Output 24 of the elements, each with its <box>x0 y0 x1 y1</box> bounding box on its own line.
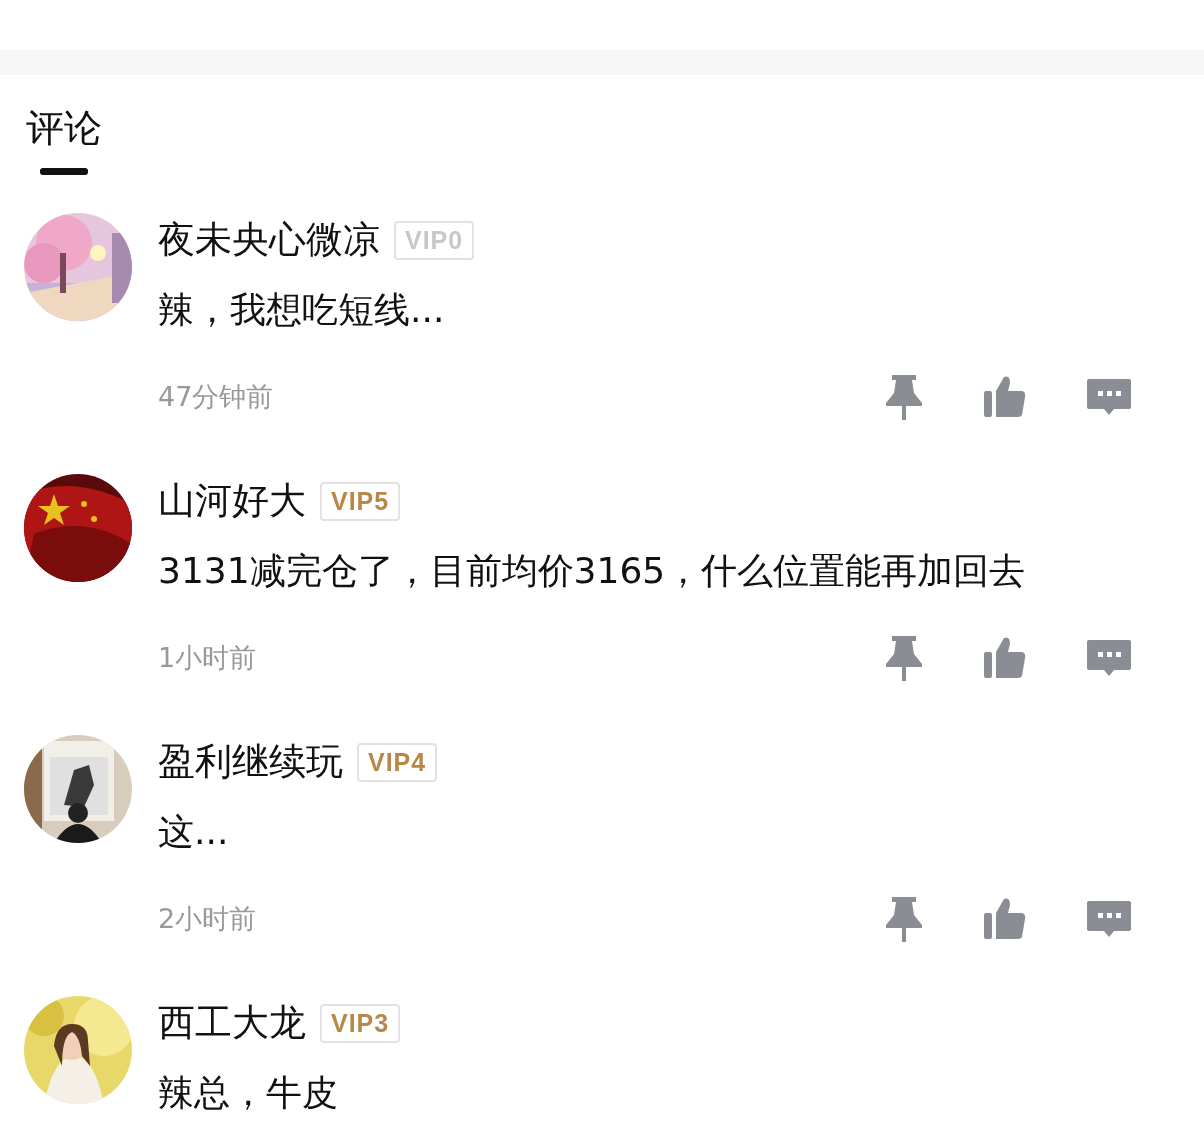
comment-text: 这... <box>158 810 230 854</box>
thumbs-up-icon[interactable] <box>984 636 1026 680</box>
pin-icon[interactable] <box>884 634 924 682</box>
vip-badge: VIP5 <box>320 481 401 521</box>
username[interactable]: 盈利继续玩 <box>158 737 343 787</box>
username[interactable]: 西工大龙 <box>158 998 306 1048</box>
comments-tab[interactable]: 评论 <box>26 103 102 154</box>
comment-text: 辣总，牛皮 <box>158 1071 339 1115</box>
comment-time: 1小时前 <box>158 641 258 675</box>
vip-badge: VIP3 <box>320 1003 401 1043</box>
comment-text: 3131减完仓了，目前均价3165，什么位置能再加回去 <box>158 549 1027 593</box>
pin-icon[interactable] <box>884 895 924 943</box>
comment-time: 2小时前 <box>158 902 258 936</box>
comment-icon[interactable] <box>1086 899 1132 939</box>
comment-icon[interactable] <box>1086 638 1132 678</box>
comment-time: 47分钟前 <box>158 380 275 414</box>
comment-icon[interactable] <box>1086 377 1132 417</box>
thumbs-up-icon[interactable] <box>984 897 1026 941</box>
thumbs-up-icon[interactable] <box>984 375 1026 419</box>
vip-badge: VIP4 <box>357 742 438 782</box>
username[interactable]: 山河好大 <box>158 476 306 526</box>
username[interactable]: 夜未央心微凉 <box>158 215 380 265</box>
comment-text: 辣，我想吃短线... <box>158 288 446 332</box>
pin-icon[interactable] <box>884 373 924 421</box>
